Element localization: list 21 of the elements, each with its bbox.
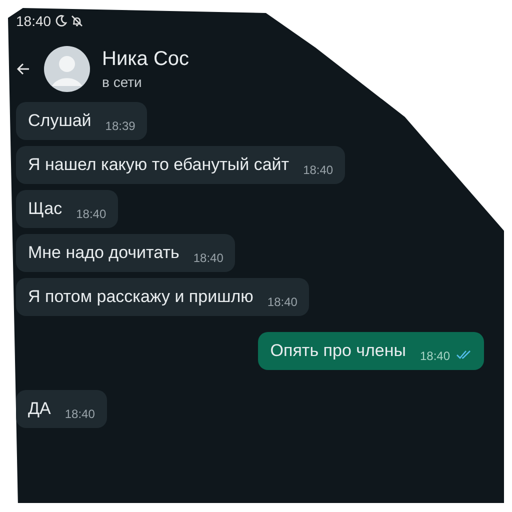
message-text: ДА <box>28 398 51 420</box>
message-text: Я потом расскажу и пришлю <box>28 286 254 308</box>
back-arrow-icon[interactable] <box>16 62 30 76</box>
message-time: 18:40 <box>303 162 334 179</box>
status-time: 18:40 <box>16 12 52 30</box>
message-time: 18:40 <box>193 250 224 267</box>
message-text: Мне надо дочитать <box>28 242 180 264</box>
contact-status: в сети <box>102 72 143 92</box>
moon-icon <box>55 15 68 27</box>
message-time: 18:40 <box>267 294 298 311</box>
contact-name: Ника Сос <box>102 46 190 72</box>
message-text: Опять про члены <box>270 340 406 362</box>
message-time: 18:40 <box>420 348 450 365</box>
muted-bell-icon <box>71 15 84 27</box>
message-time: 18:40 <box>76 206 106 223</box>
message-time: 18:40 <box>64 406 95 423</box>
message-text: Я нашел какую то ебанутый сайт <box>28 154 290 176</box>
message-time: 18:39 <box>105 118 136 135</box>
message-text: Слушай <box>28 110 92 132</box>
avatar-icon[interactable] <box>44 46 90 92</box>
message-text: Щас <box>28 198 62 220</box>
